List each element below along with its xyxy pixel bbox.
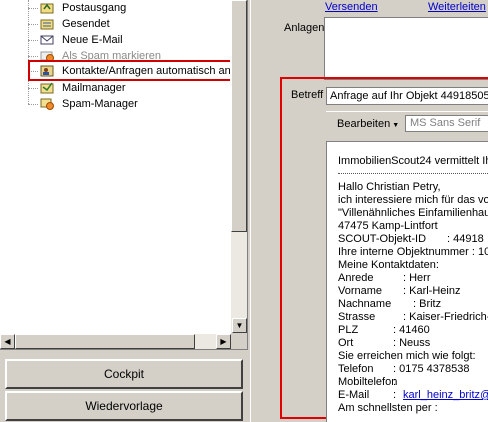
message-body-editor[interactable]: ImmobilienScout24 vermittelt Ihr Hallo C… — [326, 141, 488, 422]
body-line: Ihre interne Objektnummer : 101 — [338, 246, 488, 258]
compose-pane: Versenden Weiterleiten Anlagen Betreff A… — [250, 0, 488, 422]
tree-connector — [28, 104, 38, 105]
body-line: E-Mail — [338, 389, 370, 401]
chevron-left-icon: ◀ — [4, 337, 11, 346]
body-line: : Kaiser-Friedrich- — [403, 311, 488, 323]
body-line: SCOUT-Objekt-ID — [338, 233, 427, 245]
tree-connector — [28, 40, 38, 41]
spam-manager-icon — [40, 97, 54, 110]
attachments-box[interactable] — [324, 17, 488, 80]
tree-connector — [28, 56, 38, 57]
tree-connector — [28, 8, 38, 9]
scroll-left-button[interactable]: ◀ — [0, 334, 15, 349]
body-line: "Villenähnliches Einfamilienhaus — [338, 207, 488, 219]
body-line: Sie erreichen mich wie folgt: — [338, 350, 476, 362]
body-line: 47475 Kamp-Lintfort — [338, 220, 438, 232]
editor-toolbar: Bearbeiten ▼ MS Sans Serif — [326, 111, 488, 138]
attachments-label: Anlagen — [284, 22, 325, 34]
wiedervorlage-button[interactable]: Wiedervorlage — [5, 391, 243, 421]
body-line: Anrede — [338, 272, 374, 284]
folder-tree: Postausgang Gesendet Neue E-Mail Als Spa… — [0, 0, 230, 333]
body-line: Ort — [338, 337, 354, 349]
body-line: : 44918 — [447, 233, 484, 245]
mailmanager-icon — [40, 81, 54, 94]
cockpit-button[interactable]: Cockpit — [5, 359, 243, 389]
body-line: Nachname — [338, 298, 392, 310]
chevron-down-icon: ▼ — [235, 321, 244, 330]
scroll-right-button[interactable]: ▶ — [216, 334, 231, 349]
body-line: : 41460 — [393, 324, 430, 336]
body-line: Vorname — [338, 285, 383, 297]
horizontal-scroll-thumb[interactable] — [15, 334, 195, 349]
sent-folder-icon — [40, 17, 54, 30]
forward-link[interactable]: Weiterleiten — [428, 1, 486, 13]
subject-label: Betreff — [291, 89, 324, 101]
body-line: : Herr — [403, 272, 431, 284]
body-line: ich interessiere mich für das von — [338, 194, 488, 206]
separator-line — [338, 173, 488, 174]
vertical-scroll-thumb[interactable] — [231, 0, 247, 232]
body-line: Telefon — [338, 363, 374, 375]
email-link-text: karl_heinz_britz@ — [403, 389, 488, 401]
format-menu-label: Bearbeiten — [337, 118, 391, 130]
body-line: : Neuss — [393, 337, 431, 349]
format-menu-button[interactable]: Bearbeiten ▼ — [337, 118, 399, 130]
body-line: Meine Kontaktdaten: — [338, 259, 439, 271]
folder-tree-panel: Postausgang Gesendet Neue E-Mail Als Spa… — [0, 0, 248, 350]
body-line: : — [393, 376, 397, 388]
font-select[interactable]: MS Sans Serif — [405, 115, 488, 132]
scrollbar-corner — [231, 333, 247, 349]
outbox-icon — [40, 1, 54, 14]
body-line: ImmobilienScout24 vermittelt Ihr — [338, 155, 488, 167]
body-line: Strasse — [338, 311, 376, 323]
send-link[interactable]: Versenden — [325, 1, 378, 13]
scroll-down-button[interactable]: ▼ — [232, 318, 247, 333]
chevron-down-icon: ▼ — [392, 122, 400, 129]
tree-connector — [28, 24, 38, 25]
left-pane: Postausgang Gesendet Neue E-Mail Als Spa… — [0, 0, 250, 422]
email-link[interactable]: karl_heinz_britz@ — [403, 389, 488, 402]
body-line: Mobiltelefon — [338, 376, 398, 388]
tree-connector — [28, 88, 38, 89]
new-email-icon — [40, 33, 54, 46]
highlight-frame — [28, 60, 230, 81]
body-line: : Karl-Heinz — [403, 285, 461, 297]
subject-input[interactable]: Anfrage auf Ihr Objekt 44918505 — [326, 87, 488, 105]
body-line: : — [393, 389, 397, 401]
body-line: PLZ — [338, 324, 359, 336]
body-line: Hallo Christian Petry, — [338, 181, 441, 193]
chevron-right-icon: ▶ — [220, 337, 227, 346]
body-line: Am schnellsten per : — [338, 402, 438, 414]
body-line: : 0175 4378538 — [393, 363, 470, 375]
body-line: : Britz — [413, 298, 442, 310]
